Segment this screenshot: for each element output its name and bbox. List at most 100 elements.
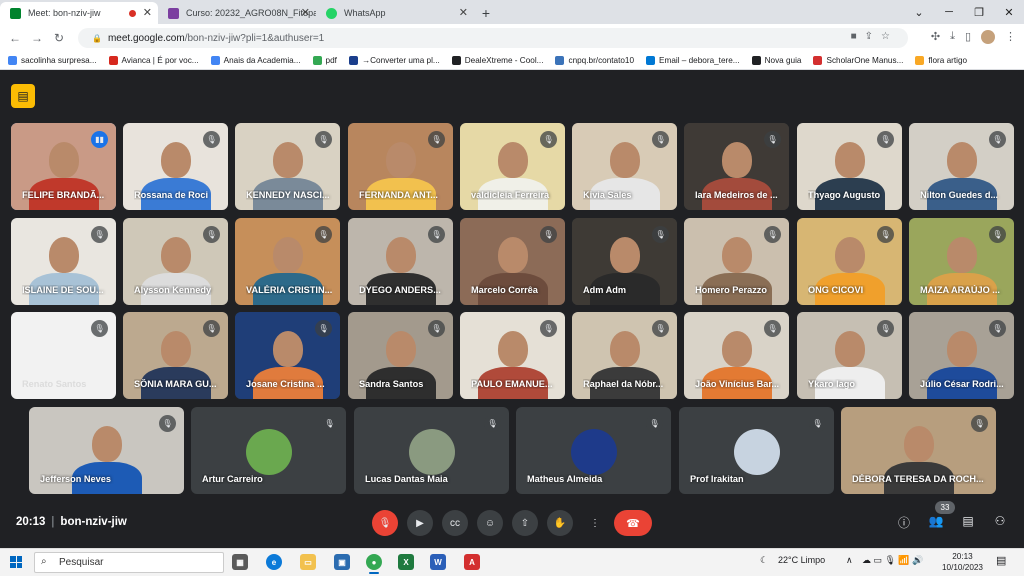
participant-tile[interactable]: 🎙 Renato Santos <box>11 312 116 399</box>
participant-tile[interactable]: 🎙 MAIZA ARAÚJO ... <box>909 218 1014 305</box>
captions-button[interactable]: cc <box>442 510 468 536</box>
raise-hand-button[interactable]: ✋ <box>547 510 573 536</box>
participant-tile[interactable]: 🎙 SÔNIA MARA GU... <box>123 312 228 399</box>
bookmark-item[interactable]: ScholarOne Manus... <box>813 56 903 65</box>
participant-tile[interactable]: 🎙 João Vinícius Bar... <box>684 312 789 399</box>
participant-tile[interactable]: 🎙 Alysson Kennedy <box>123 218 228 305</box>
bookmark-item[interactable]: sacolinha surpresa... <box>8 56 97 65</box>
participant-tile[interactable]: 🎙 Prof Irakitan <box>679 407 834 494</box>
leave-call-button[interactable]: ☎ <box>614 510 652 536</box>
participant-tile[interactable]: 🎙 Raphael da Nóbr... <box>572 312 677 399</box>
participant-tile[interactable]: 🎙 Iara Medeiros de ... <box>684 123 789 210</box>
system-clock[interactable]: 20:13 10/10/2023 <box>942 551 983 573</box>
task-view-icon[interactable]: ▦ <box>232 554 248 570</box>
notifications-icon[interactable]: ▤ <box>996 554 1006 567</box>
participant-name: valdicleia Ferreira <box>471 190 550 200</box>
participant-tile[interactable]: 🎙 Jefferson Neves <box>29 407 184 494</box>
forward-arrow-icon[interactable]: → <box>26 31 48 45</box>
participant-tile[interactable]: 🎙 Ykaro Iago <box>797 312 902 399</box>
close-tab-icon[interactable]: ✕ <box>143 6 152 19</box>
tab-whatsapp[interactable]: WhatsApp ✕ <box>316 2 474 24</box>
participant-tile[interactable]: 🎙 Homero Perazzo <box>684 218 789 305</box>
tab-search-icon[interactable]: ⌄ <box>904 0 934 24</box>
taskbar-search-box[interactable]: ⌕ Pesquisar <box>34 552 224 573</box>
bookmark-item[interactable]: Email – debora_tere... <box>646 56 740 65</box>
participant-tile[interactable]: 🎙 Josane Cristina ... <box>235 312 340 399</box>
extensions-icon[interactable]: ✣ <box>931 30 940 44</box>
bookmark-item[interactable]: flora artigo <box>915 56 967 65</box>
address-bar[interactable]: 🔒 meet.google.com/bon-nziv-jiw?pli=1&aut… <box>78 28 908 48</box>
participant-face <box>721 331 752 368</box>
close-tab-icon[interactable]: ✕ <box>459 6 468 19</box>
camera-icon[interactable]: ■ <box>851 31 865 42</box>
back-arrow-icon[interactable]: ← <box>4 31 26 45</box>
participant-tile[interactable]: 🎙 Kivia Sales <box>572 123 677 210</box>
maximize-button[interactable]: ❐ <box>964 0 994 24</box>
participant-tile[interactable]: 🎙 VALÉRIA CRISTIN... <box>235 218 340 305</box>
windows-start-icon[interactable] <box>10 556 22 568</box>
bookmark-item[interactable]: cnpq.br/contato10 <box>555 56 634 65</box>
tab-course[interactable]: Curso: 20232_AGRO08N_Fitopat ✕ <box>158 2 316 24</box>
acrobat-icon[interactable]: A <box>464 554 480 570</box>
participant-tile[interactable]: 🎙 DYEGO ANDERS... <box>348 218 453 305</box>
meeting-details-icon[interactable]: ⓘ <box>894 514 914 531</box>
chat-icon[interactable]: ▤ <box>958 514 978 528</box>
bookmark-item[interactable]: DealeXtreme - Cool... <box>451 56 543 65</box>
participant-tile[interactable]: 🎙 FERNANDA ANT... <box>348 123 453 210</box>
participant-tile[interactable]: 🎙 DÉBORA TERESA DA ROCH... <box>841 407 996 494</box>
tab-meet[interactable]: Meet: bon-nziv-jiw ✕ <box>0 2 158 24</box>
close-tab-icon[interactable]: ✕ <box>301 6 310 19</box>
microphone-off-button[interactable]: 🎙 <box>372 510 398 536</box>
participant-tile[interactable]: ▮▮ FELIPE BRANDÃ... <box>11 123 116 210</box>
bookmark-star-icon[interactable]: ☆ <box>881 31 898 42</box>
bookmark-item[interactable]: pdf <box>312 56 337 65</box>
participant-tile[interactable]: 🎙 ISLAINE DE SOU... <box>11 218 116 305</box>
weather-text[interactable]: 22°C Limpo <box>778 555 825 565</box>
clock-date: 10/10/2023 <box>942 563 983 572</box>
more-options-button[interactable]: ⋮ <box>582 510 608 536</box>
menu-kebab-icon[interactable]: ⋮ <box>1005 30 1016 44</box>
word-icon[interactable]: W <box>430 554 446 570</box>
participant-tile[interactable]: 🎙 Matheus Almeida <box>516 407 671 494</box>
chrome-icon[interactable]: ● <box>366 554 382 574</box>
edge-icon[interactable]: e <box>266 554 282 570</box>
reactions-button[interactable]: ☺ <box>477 510 503 536</box>
mic-muted-icon: 🎙 <box>203 131 220 148</box>
participant-tile[interactable]: 🎙 Nilton Guedes d... <box>909 123 1014 210</box>
tray-chevron-icon[interactable]: ∧ <box>846 555 853 566</box>
participant-face <box>497 237 528 274</box>
bookmark-item[interactable]: Nova guia <box>751 56 801 65</box>
camera-button[interactable]: ▶ <box>407 510 433 536</box>
side-panel-icon[interactable]: ▯ <box>965 30 971 44</box>
participant-tile[interactable]: 🎙 Marcelo Corrêa <box>460 218 565 305</box>
bookmark-item[interactable]: Anais da Academia... <box>210 56 301 65</box>
activities-icon[interactable]: ⚇ <box>990 514 1010 528</box>
participant-tile[interactable]: 🎙 Sandra Santos <box>348 312 453 399</box>
share-icon[interactable]: ⇪ <box>865 31 881 42</box>
participant-tile[interactable]: 🎙 PAULO EMANUE... <box>460 312 565 399</box>
reload-icon[interactable]: ↻ <box>48 31 70 45</box>
file-explorer-icon[interactable]: ▭ <box>300 554 316 570</box>
participant-tile[interactable]: 🎙 Thyago Augusto <box>797 123 902 210</box>
bookmark-item[interactable]: →Converter uma pl... <box>348 56 440 65</box>
download-icon[interactable]: ⤓ <box>950 30 955 44</box>
participant-tile[interactable]: 🎙 valdicleia Ferreira <box>460 123 565 210</box>
participant-tile[interactable]: 🎙 Júlio César Rodri... <box>909 312 1014 399</box>
host-controls-badge-icon[interactable]: ▤ <box>11 84 35 108</box>
close-window-button[interactable]: ✕ <box>994 0 1024 24</box>
remote-desktop-icon[interactable]: ▣ <box>334 554 350 570</box>
tray-status-icons[interactable]: ☁ ▭ 🎙 📶 🔊 <box>862 555 923 566</box>
participant-tile[interactable]: 🎙 Rossana de Roci <box>123 123 228 210</box>
minimize-button[interactable]: ─ <box>934 0 964 24</box>
excel-icon[interactable]: X <box>398 554 414 570</box>
profile-avatar[interactable] <box>981 30 995 44</box>
people-icon[interactable]: 👥 <box>926 514 946 528</box>
participant-tile[interactable]: 🎙 Lucas Dantas Maia <box>354 407 509 494</box>
participant-tile[interactable]: 🎙 Adm Adm <box>572 218 677 305</box>
participant-tile[interactable]: 🎙 ONG CICOVI <box>797 218 902 305</box>
new-tab-button[interactable]: + <box>474 2 498 24</box>
participant-tile[interactable]: 🎙 KENNEDY NASCI... <box>235 123 340 210</box>
bookmark-item[interactable]: Avianca | É por voc... <box>108 56 199 65</box>
present-screen-button[interactable]: ⇧ <box>512 510 538 536</box>
participant-tile[interactable]: 🎙 Artur Carreiro <box>191 407 346 494</box>
